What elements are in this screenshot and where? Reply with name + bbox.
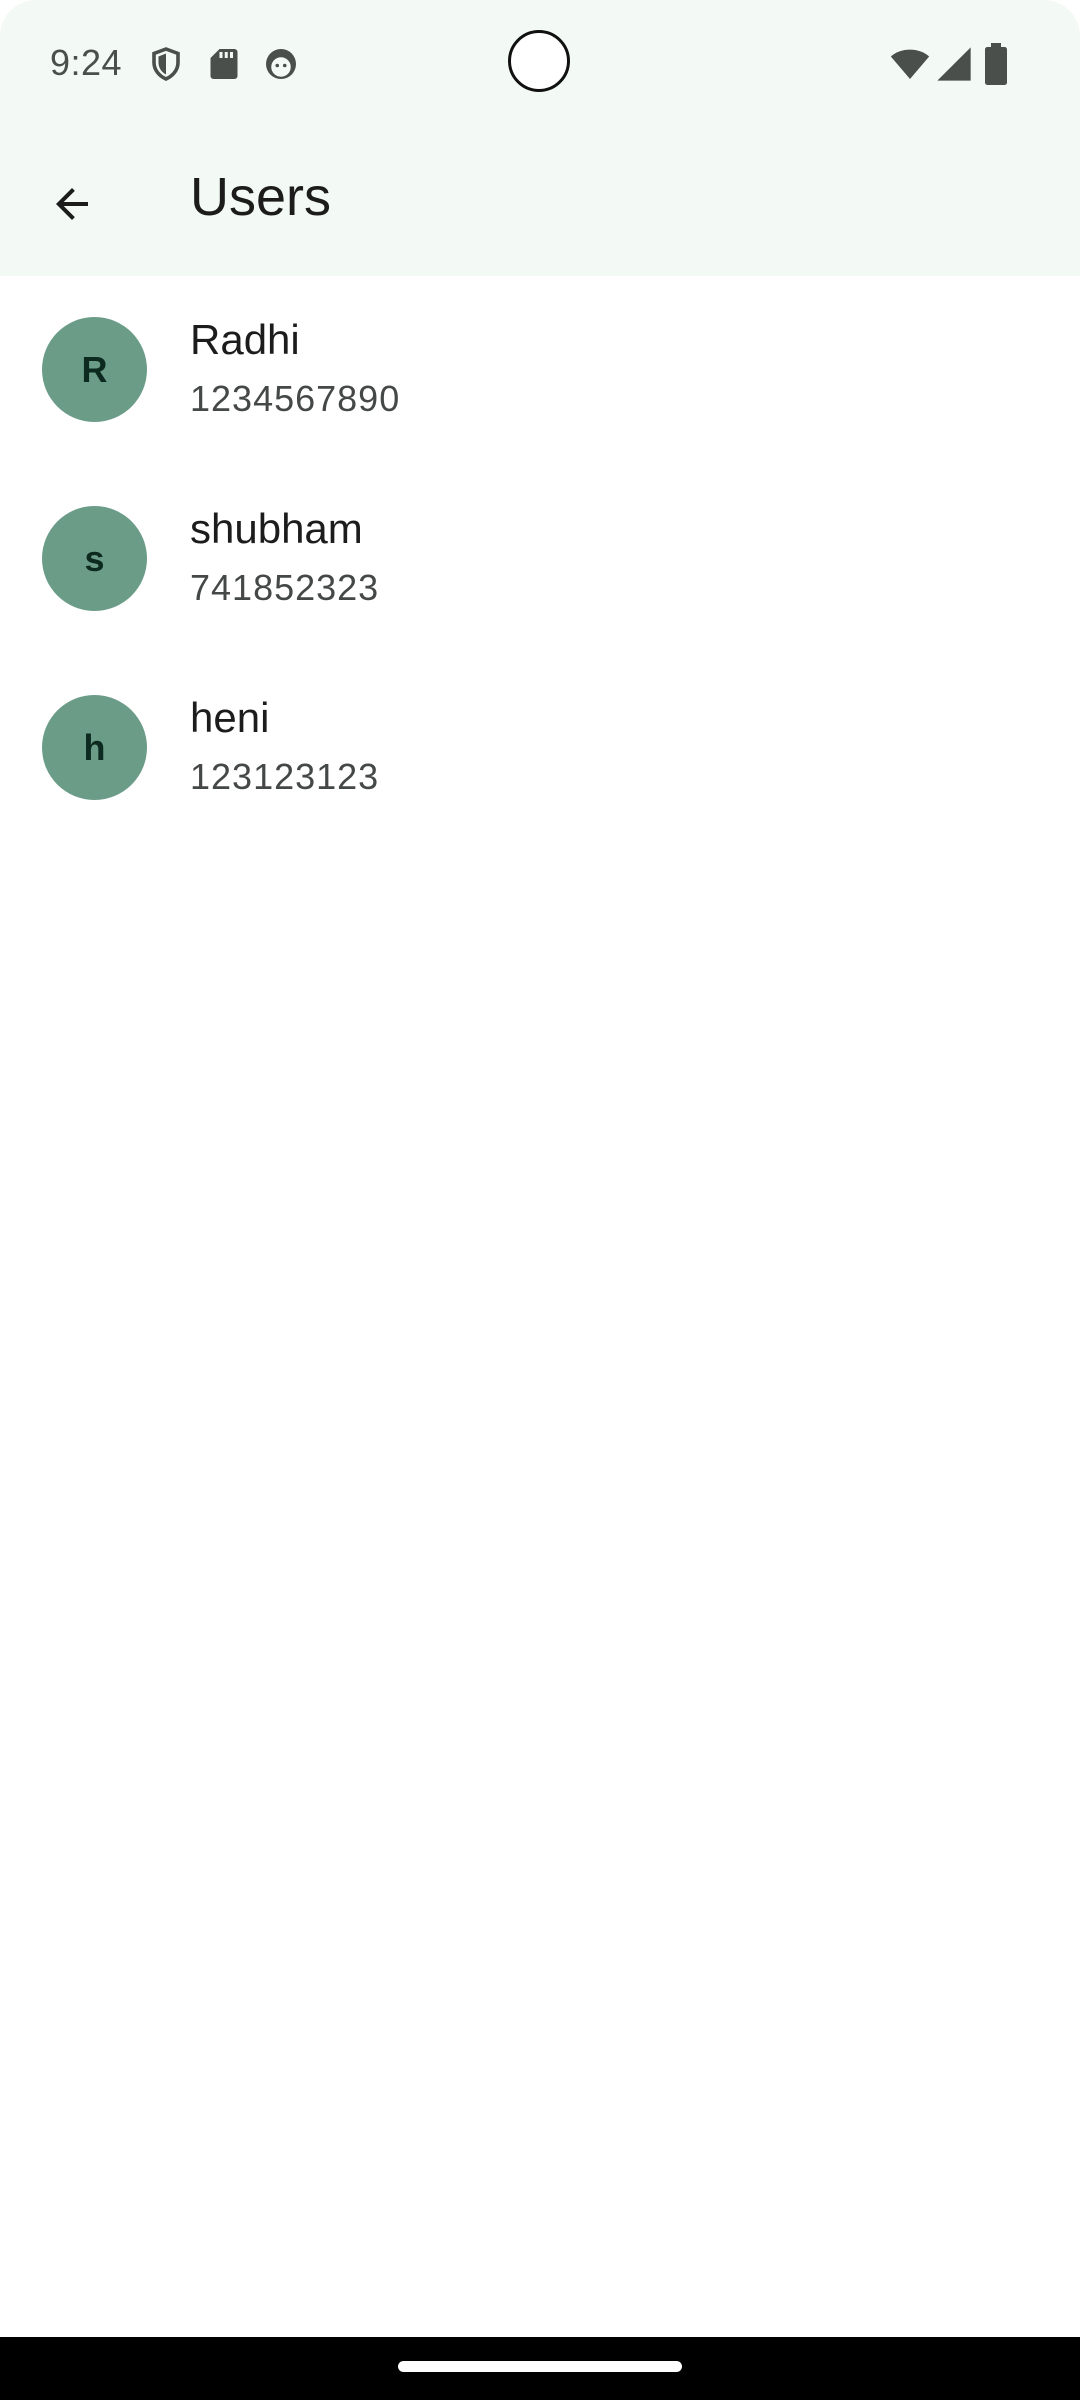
screen: 9:24 Users R Radhi 1234567890 s shubham … xyxy=(0,0,1080,2400)
camera-cutout xyxy=(508,30,570,92)
battery-icon xyxy=(984,43,1008,85)
user-phone: 741852323 xyxy=(190,567,380,608)
list-item[interactable]: R Radhi 1234567890 xyxy=(0,276,1080,465)
page-title: Users xyxy=(190,167,332,227)
sd-card-icon xyxy=(206,46,242,82)
status-time: 9:24 xyxy=(50,42,123,83)
face-icon xyxy=(263,46,299,82)
avatar: h xyxy=(42,695,147,800)
avatar-initial: s xyxy=(84,537,105,579)
navigation-bar xyxy=(0,2337,1080,2400)
user-name: Radhi xyxy=(190,316,300,363)
list-item[interactable]: h heni 123123123 xyxy=(0,654,1080,843)
status-bar: 9:24 xyxy=(0,0,1080,130)
app-bar: Users xyxy=(0,130,1080,276)
list-item[interactable]: s shubham 741852323 xyxy=(0,465,1080,654)
user-phone: 123123123 xyxy=(190,756,380,797)
user-phone: 1234567890 xyxy=(190,378,401,419)
user-name: shubham xyxy=(190,505,363,552)
signal-icon xyxy=(934,44,974,84)
back-button[interactable] xyxy=(24,158,120,254)
avatar: R xyxy=(42,317,147,422)
wifi-icon xyxy=(890,44,930,84)
avatar-initial: h xyxy=(83,726,106,768)
avatar: s xyxy=(42,506,147,611)
user-list: R Radhi 1234567890 s shubham 741852323 h… xyxy=(0,276,1080,843)
user-name: heni xyxy=(190,694,270,741)
arrow-left-icon xyxy=(48,180,96,233)
home-gesture-handle[interactable] xyxy=(398,2361,682,2372)
shield-icon xyxy=(148,46,184,82)
avatar-initial: R xyxy=(81,348,108,390)
